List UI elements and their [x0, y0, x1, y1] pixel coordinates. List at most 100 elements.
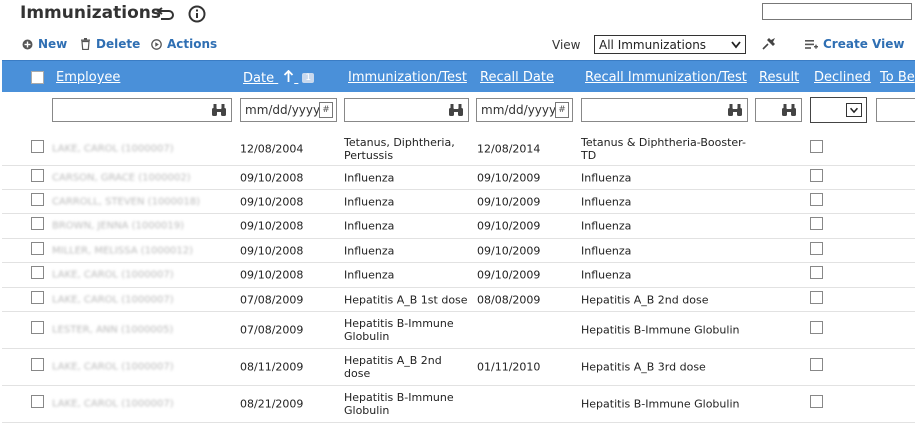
- declined-checkbox[interactable]: [810, 241, 823, 255]
- info-icon[interactable]: [187, 4, 207, 24]
- column-recall-immunization[interactable]: Recall Immunization/Test: [585, 70, 747, 85]
- select-all-checkbox[interactable]: [31, 71, 44, 84]
- employee-filter-input[interactable]: [52, 98, 232, 122]
- row-checkbox[interactable]: [31, 217, 44, 230]
- table-row[interactable]: LAKE, CAROL (1000007) 08/21/2009 Hepatit…: [2, 386, 915, 423]
- calendar-icon[interactable]: #: [319, 102, 333, 118]
- global-search-input[interactable]: [762, 3, 912, 20]
- table-row[interactable]: LAKE, CAROL (1000007) 08/11/2009 Hepatit…: [2, 349, 915, 386]
- immunization-cell: Hepatitis A_B 2nd dose: [344, 354, 442, 380]
- page-title: Immunizations: [20, 3, 162, 23]
- immunization-cell: Hepatitis A_B 1st dose: [344, 293, 468, 306]
- binoculars-icon: [212, 104, 226, 116]
- result-filter-input[interactable]: [755, 98, 802, 122]
- new-button[interactable]: New: [22, 37, 67, 51]
- recall-date-cell: 08/08/2009: [477, 293, 541, 306]
- column-date[interactable]: Date 1: [243, 69, 315, 86]
- employee-cell[interactable]: LESTER, ANN (1000005): [52, 324, 232, 337]
- recall-immunization-cell: Tetanus & Diphtheria-Booster-TD: [581, 135, 746, 162]
- row-checkbox[interactable]: [31, 241, 44, 255]
- row-checkbox[interactable]: [31, 139, 44, 153]
- column-immunization[interactable]: Immunization/Test: [348, 70, 467, 85]
- view-select[interactable]: All Immunizations: [594, 35, 746, 54]
- declined-filter-select[interactable]: [810, 97, 867, 123]
- immunization-cell: Tetanus, Diphtheria, Pertussis: [344, 135, 455, 162]
- table-row[interactable]: MILLER, MELISSA (1000012) 09/10/2008 Inf…: [2, 239, 915, 263]
- declined-checkbox[interactable]: [810, 192, 823, 206]
- declined-checkbox[interactable]: [810, 139, 823, 153]
- column-recall-date[interactable]: Recall Date: [480, 70, 554, 85]
- grid-header: Employee Date 1 Immunization/Test Recall…: [2, 60, 915, 92]
- recall-immunization-cell: Influenza: [581, 195, 632, 208]
- column-employee[interactable]: Employee: [56, 70, 120, 85]
- delete-button[interactable]: Delete: [80, 37, 140, 51]
- column-to-be[interactable]: To Be: [880, 70, 915, 85]
- table-row[interactable]: LAKE, CAROL (1000007) 07/08/2009 Hepatit…: [2, 288, 915, 312]
- sort-order-badge: 1: [302, 73, 315, 83]
- date-cell: 09/10/2008: [240, 219, 304, 233]
- recall-date-cell: 09/10/2009: [477, 219, 541, 233]
- row-checkbox[interactable]: [31, 192, 44, 206]
- declined-checkbox[interactable]: [810, 266, 823, 279]
- row-checkbox[interactable]: [31, 168, 44, 182]
- grid-body: LAKE, CAROL (1000007) 12/08/2004 Tetanus…: [2, 132, 915, 423]
- row-checkbox[interactable]: [31, 358, 44, 371]
- pin-icon[interactable]: [760, 36, 778, 55]
- view-select-value: All Immunizations: [599, 37, 707, 52]
- create-view-label: Create View: [823, 37, 905, 51]
- new-label: New: [38, 37, 68, 51]
- recall-immunization-cell: Hepatitis A_B 3rd dose: [581, 360, 706, 374]
- declined-checkbox[interactable]: [810, 395, 823, 408]
- declined-checkbox[interactable]: [810, 358, 823, 371]
- employee-cell[interactable]: LAKE, CAROL (1000007): [52, 398, 232, 411]
- date-filter-input[interactable]: mm/dd/yyyy #: [240, 98, 337, 122]
- declined-checkbox[interactable]: [810, 168, 823, 182]
- row-checkbox[interactable]: [31, 395, 44, 408]
- table-row[interactable]: LAKE, CAROL (1000007) 09/10/2008 Influen…: [2, 263, 915, 288]
- column-declined[interactable]: Declined: [814, 70, 871, 85]
- employee-cell[interactable]: CARROLL, STEVEN (1000018): [52, 195, 232, 208]
- recall-immunization-filter-input[interactable]: [581, 98, 748, 122]
- table-row[interactable]: LAKE, CAROL (1000007) 12/08/2004 Tetanus…: [2, 132, 915, 166]
- chevron-down-icon: [731, 41, 741, 49]
- row-checkbox[interactable]: [31, 321, 44, 334]
- table-row[interactable]: BROWN, JENNA (1000019) 09/10/2008 Influe…: [2, 214, 915, 239]
- immunization-cell: Influenza: [344, 195, 395, 208]
- row-checkbox[interactable]: [31, 266, 44, 279]
- declined-checkbox[interactable]: [810, 290, 823, 304]
- table-row[interactable]: CARSON, GRACE (1000002) 09/10/2008 Influ…: [2, 166, 915, 190]
- toolbar: New Delete Actions View All Immunization…: [0, 33, 915, 57]
- column-result[interactable]: Result: [759, 70, 799, 85]
- employee-cell[interactable]: LAKE, CAROL (1000007): [52, 361, 232, 374]
- employee-cell[interactable]: BROWN, JENNA (1000019): [52, 220, 232, 233]
- return-icon[interactable]: [155, 4, 175, 24]
- recall-immunization-cell: Influenza: [581, 171, 632, 184]
- to-be-filter-input[interactable]: [876, 98, 915, 122]
- calendar-icon[interactable]: #: [555, 102, 569, 118]
- row-checkbox[interactable]: [31, 290, 44, 304]
- actions-button[interactable]: Actions: [151, 37, 217, 51]
- immunization-cell: Hepatitis B-Immune Globulin: [344, 317, 454, 343]
- plus-circle-icon: [22, 39, 33, 49]
- recall-date-filter-input[interactable]: mm/dd/yyyy #: [476, 98, 573, 122]
- title-bar: Immunizations: [0, 0, 915, 32]
- date-cell: 09/10/2008: [240, 268, 304, 282]
- employee-cell[interactable]: LAKE, CAROL (1000007): [52, 142, 232, 155]
- declined-checkbox[interactable]: [810, 321, 823, 334]
- immunization-cell: Influenza: [344, 268, 395, 282]
- column-date-label: Date: [243, 71, 275, 86]
- table-row[interactable]: LESTER, ANN (1000005) 07/08/2009 Hepatit…: [2, 312, 915, 349]
- trash-icon: [81, 38, 90, 50]
- declined-checkbox[interactable]: [810, 217, 823, 230]
- immunization-filter-input[interactable]: [344, 98, 469, 122]
- recall-date-cell: 09/10/2009: [477, 244, 541, 257]
- employee-cell[interactable]: MILLER, MELISSA (1000012): [52, 244, 232, 257]
- table-row[interactable]: CARROLL, STEVEN (1000018) 09/10/2008 Inf…: [2, 190, 915, 214]
- employee-cell[interactable]: LAKE, CAROL (1000007): [52, 293, 232, 306]
- immunization-cell: Influenza: [344, 219, 395, 233]
- create-view-button[interactable]: Create View: [805, 37, 904, 51]
- employee-cell[interactable]: CARSON, GRACE (1000002): [52, 171, 232, 184]
- recall-date-filter-placeholder: mm/dd/yyyy: [481, 103, 557, 117]
- employee-cell[interactable]: LAKE, CAROL (1000007): [52, 269, 232, 282]
- date-cell: 09/10/2008: [240, 195, 304, 208]
